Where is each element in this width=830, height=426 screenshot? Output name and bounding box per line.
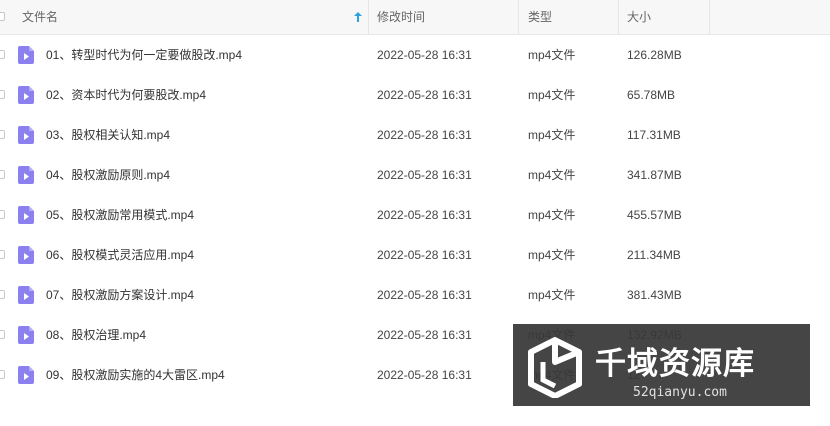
file-size: 381.43MB — [627, 288, 682, 302]
file-size: 341.87MB — [627, 168, 682, 182]
file-type: mp4文件 — [528, 88, 576, 102]
file-size: 211.34MB — [627, 248, 681, 262]
file-modified: 2022-05-28 16:31 — [377, 168, 472, 182]
video-file-icon — [18, 366, 34, 384]
column-divider[interactable] — [709, 0, 710, 34]
watermark-url: 52qianyu.com — [633, 385, 727, 400]
file-modified: 2022-05-28 16:31 — [377, 248, 472, 262]
select-all-checkbox[interactable] — [0, 12, 5, 21]
video-file-icon — [18, 166, 34, 184]
video-file-icon — [18, 46, 34, 64]
column-header-size[interactable]: 大小 — [627, 0, 651, 34]
row-checkbox[interactable] — [0, 210, 5, 219]
sort-up-arrow-icon[interactable] — [354, 12, 362, 22]
file-modified: 2022-05-28 16:31 — [377, 48, 472, 62]
file-type: mp4文件 — [528, 128, 576, 142]
file-modified: 2022-05-28 16:31 — [377, 88, 472, 102]
file-row[interactable]: 02、资本时代为何要股改.mp4 2022-05-28 16:31 mp4文件 65.… — [0, 75, 830, 115]
file-type: mp4文件 — [528, 208, 576, 222]
file-name[interactable]: 02、资本时代为何要股改.mp4 — [46, 75, 206, 115]
file-modified: 2022-05-28 16:31 — [377, 128, 472, 142]
file-row[interactable]: 07、股权激励方案设计.mp4 2022-05-28 16:31 mp4文件 381.… — [0, 275, 830, 315]
file-row[interactable]: 04、股权激励原则.mp4 2022-05-28 16:31 mp4文件 341.87… — [0, 155, 830, 195]
file-row[interactable]: 03、股权相关认知.mp4 2022-05-28 16:31 mp4文件 117.31… — [0, 115, 830, 155]
file-modified: 2022-05-28 16:31 — [377, 208, 472, 222]
row-checkbox[interactable] — [0, 290, 5, 299]
list-header: 文件名 修改时间 类型 大小 — [0, 0, 830, 35]
file-size: 117.31MB — [627, 128, 681, 142]
video-file-icon — [18, 86, 34, 104]
row-checkbox[interactable] — [0, 170, 5, 179]
file-modified: 2022-05-28 16:31 — [377, 328, 472, 342]
row-checkbox[interactable] — [0, 130, 5, 139]
file-size: 65.78MB — [627, 88, 676, 102]
file-name[interactable]: 04、股权激励原则.mp4 — [46, 155, 170, 195]
file-row[interactable]: 05、股权激励常用模式.mp4 2022-05-28 16:31 mp4文件 455.… — [0, 195, 830, 235]
file-name[interactable]: 01、转型时代为何一定要做股改.mp4 — [46, 35, 242, 75]
video-file-icon — [18, 126, 34, 144]
video-file-icon — [18, 206, 34, 224]
column-divider[interactable] — [368, 0, 369, 34]
column-header-modified[interactable]: 修改时间 — [377, 0, 425, 34]
watermark-logo-icon — [528, 337, 582, 398]
file-modified: 2022-05-28 16:31 — [377, 368, 472, 382]
row-checkbox[interactable] — [0, 90, 5, 99]
video-file-icon — [18, 326, 34, 344]
column-divider[interactable] — [618, 0, 619, 34]
file-modified: 2022-05-28 16:31 — [377, 288, 472, 302]
column-header-name[interactable]: 文件名 — [22, 0, 58, 34]
watermark-title: 千域资源库 — [595, 346, 755, 381]
file-name[interactable]: 03、股权相关认知.mp4 — [46, 115, 170, 155]
file-name[interactable]: 05、股权激励常用模式.mp4 — [46, 195, 194, 235]
row-checkbox[interactable] — [0, 370, 5, 379]
row-checkbox[interactable] — [0, 330, 5, 339]
file-type: mp4文件 — [528, 248, 576, 262]
row-checkbox[interactable] — [0, 50, 5, 59]
file-type: mp4文件 — [528, 288, 576, 302]
file-name[interactable]: 08、股权治理.mp4 — [46, 315, 146, 355]
file-type: mp4文件 — [528, 168, 576, 182]
file-size: 455.57MB — [627, 208, 682, 222]
file-name[interactable]: 07、股权激励方案设计.mp4 — [46, 275, 194, 315]
video-file-icon — [18, 286, 34, 304]
video-file-icon — [18, 246, 34, 264]
file-row[interactable]: 01、转型时代为何一定要做股改.mp4 2022-05-28 16:31 mp4文件… — [0, 35, 830, 75]
file-size: 126.28MB — [627, 48, 682, 62]
watermark-overlay: 千域资源库 52qianyu.com — [513, 324, 810, 406]
column-header-type[interactable]: 类型 — [528, 0, 552, 34]
file-name[interactable]: 09、股权激励实施的4大雷区.mp4 — [46, 355, 225, 395]
file-row[interactable]: 06、股权模式灵活应用.mp4 2022-05-28 16:31 mp4文件 211.… — [0, 235, 830, 275]
column-divider[interactable] — [518, 0, 519, 34]
file-name[interactable]: 06、股权模式灵活应用.mp4 — [46, 235, 194, 275]
row-checkbox[interactable] — [0, 250, 5, 259]
file-type: mp4文件 — [528, 48, 576, 62]
